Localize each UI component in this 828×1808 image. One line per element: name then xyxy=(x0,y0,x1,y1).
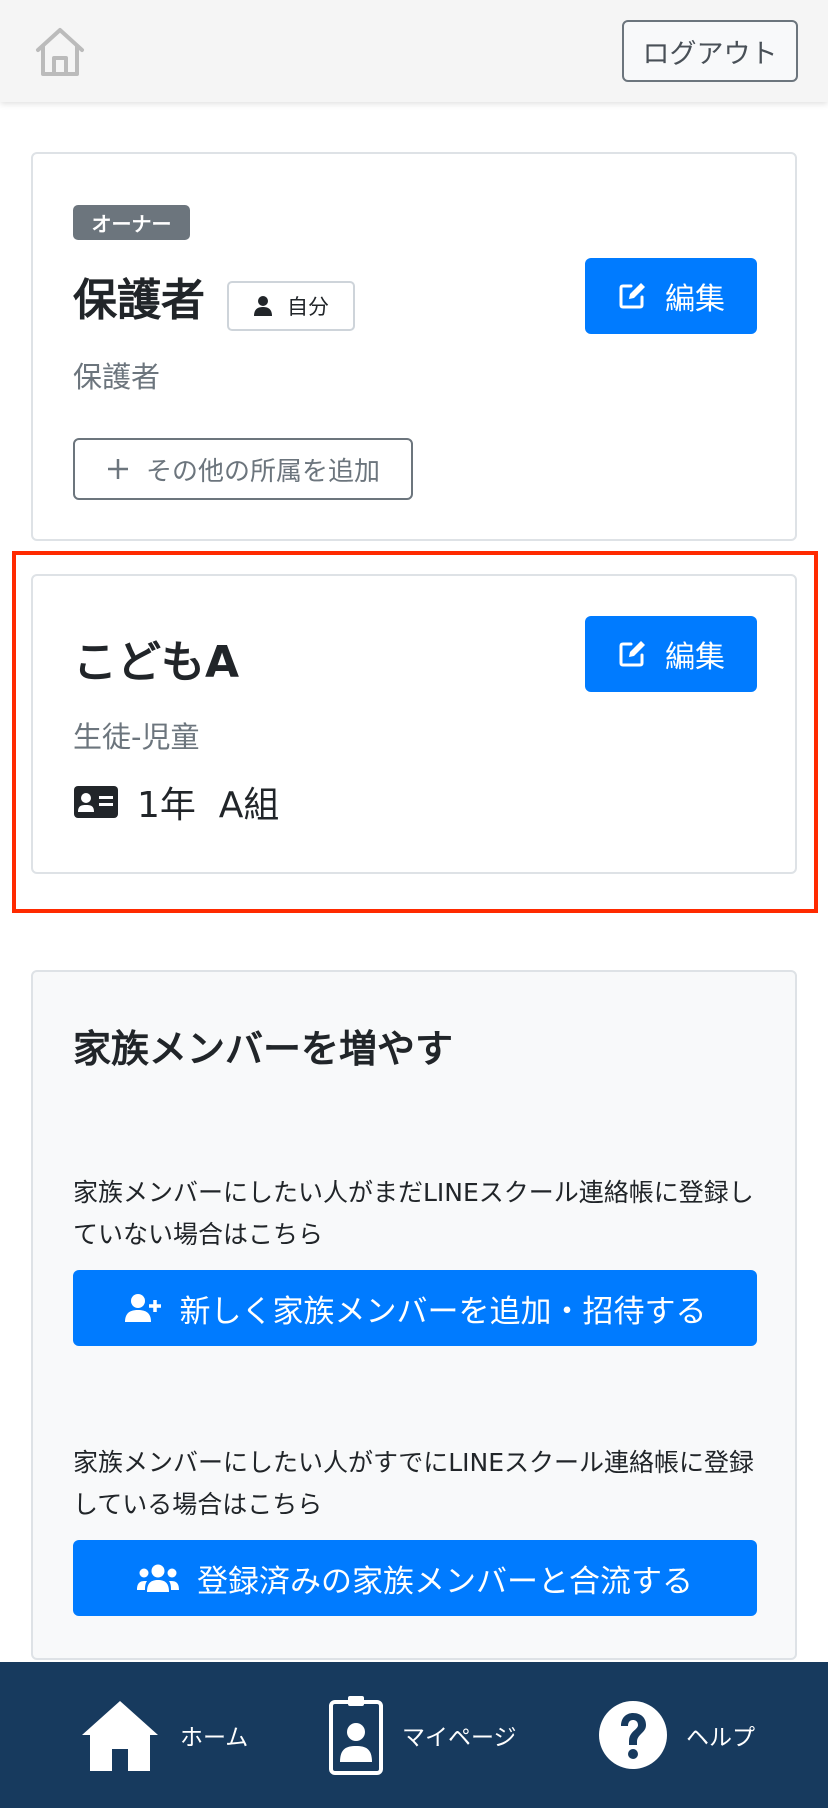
merge-member-description: 家族メンバーにしたい人がすでにLINEスクール連絡帳に登録している場合はこちら xyxy=(73,1448,755,1519)
family-section: 家族メンバーを増やす 家族メンバーにしたい人がまだLINEスクール連絡帳に登録し… xyxy=(31,970,797,1660)
home-outline-icon[interactable] xyxy=(30,22,90,82)
nav-mypage-label: マイページ xyxy=(402,1725,517,1751)
owner-badge: オーナー xyxy=(73,205,190,240)
guardian-role: 保護者 xyxy=(73,360,161,394)
users-icon xyxy=(137,1564,179,1592)
guardian-name: 保護者 xyxy=(73,275,205,326)
bottom-nav: ホーム マイページ ヘルプ xyxy=(0,1662,828,1808)
edit-label: 編集 xyxy=(665,282,725,317)
edit-icon xyxy=(619,283,645,309)
class-info: 1年 A組 xyxy=(73,776,279,828)
nav-mypage[interactable]: マイページ xyxy=(328,1662,517,1808)
child-role: 生徒-児童 xyxy=(73,720,200,754)
nav-help-label: ヘルプ xyxy=(686,1725,755,1751)
nav-home[interactable]: ホーム xyxy=(78,1662,248,1808)
edit-label: 編集 xyxy=(665,640,725,675)
merge-member-label: 登録済みの家族メンバーと合流する xyxy=(197,1563,693,1600)
merge-member-button[interactable]: 登録済みの家族メンバーと合流する xyxy=(73,1540,757,1616)
child-edit-button[interactable]: 編集 xyxy=(585,616,757,692)
question-circle-icon xyxy=(599,1701,667,1769)
user-plus-icon xyxy=(124,1294,161,1322)
nav-home-label: ホーム xyxy=(180,1725,249,1751)
add-affiliation-button[interactable]: その他の所属を追加 xyxy=(73,438,413,500)
guardian-edit-button[interactable]: 編集 xyxy=(585,258,757,334)
user-icon xyxy=(254,296,272,316)
add-new-member-button[interactable]: 新しく家族メンバーを追加・招待する xyxy=(73,1270,757,1346)
self-badge: 自分 xyxy=(227,281,355,331)
home-icon xyxy=(82,1701,158,1771)
child-name: こどもA xyxy=(73,637,240,688)
self-badge-label: 自分 xyxy=(287,295,329,319)
nav-help[interactable]: ヘルプ xyxy=(598,1662,755,1808)
new-member-description: 家族メンバーにしたい人がまだLINEスクール連絡帳に登録していない場合はこちら xyxy=(73,1178,754,1249)
edit-icon xyxy=(619,641,645,667)
add-affiliation-label: その他の所属を追加 xyxy=(145,456,380,487)
app-header: ログアウト xyxy=(0,0,828,102)
id-badge-icon xyxy=(329,1696,383,1775)
plus-icon xyxy=(107,459,128,479)
guardian-card: オーナー 保護者 自分 編集 保護者 その他の所属を追加 xyxy=(31,152,797,541)
class-label: 1年 A組 xyxy=(137,785,280,826)
add-new-member-label: 新しく家族メンバーを追加・招待する xyxy=(179,1293,707,1330)
id-card-icon xyxy=(74,786,118,818)
child-card: こどもA 編集 生徒-児童 1年 A組 xyxy=(31,574,797,874)
family-section-title: 家族メンバーを増やす xyxy=(73,1027,454,1071)
logout-button[interactable]: ログアウト xyxy=(622,20,798,82)
